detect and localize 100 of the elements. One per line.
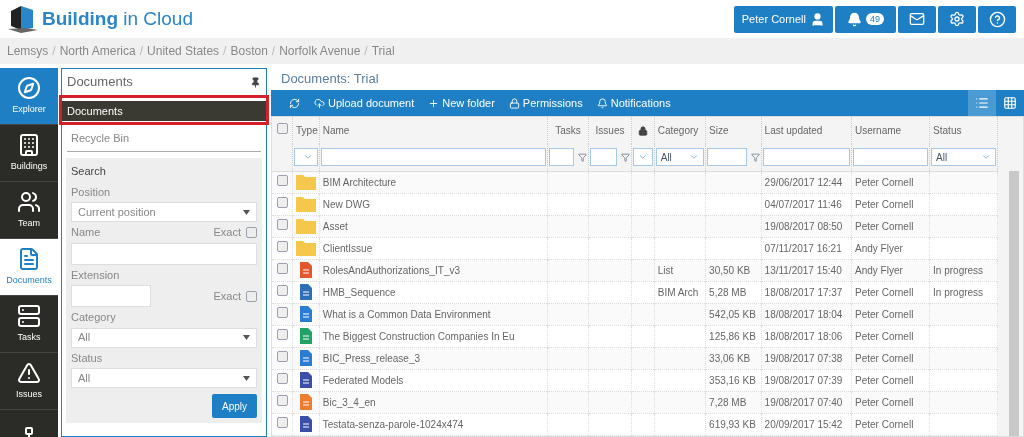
- column-header: Type: [296, 125, 318, 136]
- file-name-cell[interactable]: Testata-senza-parole-1024x474: [322, 418, 464, 430]
- checkbox[interactable]: [276, 123, 288, 134]
- toolbar-button[interactable]: Upload document: [314, 94, 415, 112]
- position-select[interactable]: Current position: [71, 202, 257, 222]
- field-label: Name: [71, 225, 101, 240]
- breadcrumb-link[interactable]: Boston: [230, 42, 268, 60]
- field-label: Exact: [213, 225, 241, 240]
- checkbox[interactable]: [276, 262, 288, 274]
- filter-icon: [577, 152, 587, 162]
- extension-input[interactable]: [71, 285, 151, 307]
- file-name-cell[interactable]: BIM Architecture: [322, 176, 397, 188]
- pin-icon: [250, 76, 261, 88]
- filter-input[interactable]: [853, 148, 929, 167]
- nav-item[interactable]: Buildings: [0, 125, 58, 182]
- table-cell: Peter Cornell: [855, 308, 914, 320]
- file-name-cell[interactable]: The Biggest Construction Companies In Eu: [322, 330, 515, 342]
- toolbar-button[interactable]: Notifications: [596, 94, 671, 112]
- checkbox[interactable]: [246, 226, 257, 238]
- bell-button[interactable]: 49: [835, 5, 896, 33]
- checkbox[interactable]: [276, 416, 288, 428]
- checkbox[interactable]: [276, 394, 288, 406]
- table-cell: Peter Cornell: [855, 286, 914, 298]
- file-name-cell[interactable]: ClientIssue: [322, 242, 373, 254]
- filter-input[interactable]: [548, 148, 574, 167]
- help-button[interactable]: [978, 5, 1016, 33]
- notification-badge: 49: [866, 13, 884, 25]
- name-input[interactable]: [71, 242, 257, 265]
- checkbox[interactable]: [276, 174, 288, 186]
- checkbox[interactable]: [276, 284, 288, 296]
- file-icon: [299, 416, 312, 433]
- breadcrumb-separator: /: [52, 43, 56, 60]
- nav-item[interactable]: Issues: [0, 353, 58, 410]
- file-name-cell[interactable]: Bic_3_4_en: [322, 396, 376, 408]
- breadcrumb-link[interactable]: Norfolk Avenue: [279, 42, 361, 60]
- filter-select[interactable]: [294, 148, 318, 167]
- toolbar-button[interactable]: New folder: [428, 94, 495, 112]
- table-cell: Peter Cornell: [855, 220, 914, 232]
- column-header: Issues: [595, 125, 625, 136]
- column-header: Status: [933, 125, 962, 136]
- cloud-upload-icon: [314, 97, 325, 109]
- table-cell: Peter Cornell: [855, 330, 914, 342]
- nav-item[interactable]: Explorer: [0, 68, 58, 125]
- category-select[interactable]: All: [71, 327, 257, 348]
- list-view-button[interactable]: [968, 90, 996, 116]
- building-icon: [17, 132, 41, 157]
- checkbox[interactable]: [276, 218, 288, 230]
- filter-select[interactable]: [633, 148, 653, 167]
- filter-input[interactable]: [707, 148, 747, 167]
- apply-button[interactable]: Apply: [212, 394, 257, 418]
- breadcrumb-link[interactable]: Lemsys: [7, 42, 49, 60]
- filter-input[interactable]: [320, 148, 546, 167]
- file-name-cell[interactable]: RolesAndAuthorizations_IT_v3: [322, 264, 461, 276]
- column-header: Size: [709, 125, 729, 136]
- table-cell: 04/07/2017 11:46: [764, 198, 842, 210]
- filter-select[interactable]: All: [655, 148, 705, 167]
- breadcrumb-separator: /: [223, 43, 227, 60]
- user-button[interactable]: Peter Cornell: [733, 5, 833, 33]
- warning-icon: [17, 360, 41, 385]
- mail-button[interactable]: [898, 5, 936, 33]
- nav-item[interactable]: Documents: [0, 239, 58, 296]
- column-header: Tasks: [555, 125, 581, 136]
- table-cell: Peter Cornell: [855, 352, 914, 364]
- checkbox[interactable]: [276, 306, 288, 318]
- breadcrumb-link[interactable]: United States: [147, 42, 220, 60]
- grid-icon: [1003, 96, 1017, 110]
- file-name-cell[interactable]: BIC_Press_release_3: [322, 352, 421, 364]
- filter-input[interactable]: [589, 148, 618, 167]
- filter-icon: [750, 152, 760, 162]
- checkbox[interactable]: [276, 328, 288, 340]
- document-icon: [17, 246, 41, 271]
- checkbox[interactable]: [276, 372, 288, 384]
- breadcrumb-link[interactable]: North America: [59, 42, 136, 60]
- breadcrumb-separator: /: [364, 43, 368, 60]
- status-select[interactable]: All: [71, 368, 257, 388]
- filter-select[interactable]: All: [931, 148, 996, 167]
- file-name-cell[interactable]: Federated Models: [322, 374, 404, 386]
- file-name-cell[interactable]: What is a Common Data Environment: [322, 308, 491, 320]
- table-cell: In progress: [933, 264, 984, 276]
- logo-icon: [8, 5, 38, 33]
- checkbox[interactable]: [276, 196, 288, 208]
- file-name-cell[interactable]: HMB_Sequence: [322, 286, 396, 298]
- breadcrumb-link[interactable]: Trial: [371, 42, 395, 60]
- column-header: Category: [657, 125, 699, 136]
- settings-button[interactable]: [938, 5, 976, 33]
- file-name-cell[interactable]: New DWG: [322, 198, 370, 210]
- tree-item[interactable]: Documents: [62, 101, 266, 122]
- checkbox[interactable]: [246, 290, 257, 302]
- checkbox[interactable]: [276, 240, 288, 252]
- file-name-cell[interactable]: Asset: [322, 220, 348, 232]
- nav-item[interactable]: Tasks: [0, 296, 58, 353]
- field-label: Exact: [213, 288, 241, 304]
- table-cell: 19/08/2017 08:50: [764, 220, 843, 232]
- table-cell: In progress: [933, 286, 984, 298]
- table-cell: 33,06 KB: [709, 352, 751, 364]
- toolbar-button[interactable]: Permissions: [508, 94, 583, 112]
- filter-input[interactable]: [762, 148, 850, 167]
- tree-item[interactable]: Recycle Bin: [66, 128, 262, 149]
- lock-icon: [637, 125, 648, 136]
- checkbox[interactable]: [276, 350, 288, 362]
